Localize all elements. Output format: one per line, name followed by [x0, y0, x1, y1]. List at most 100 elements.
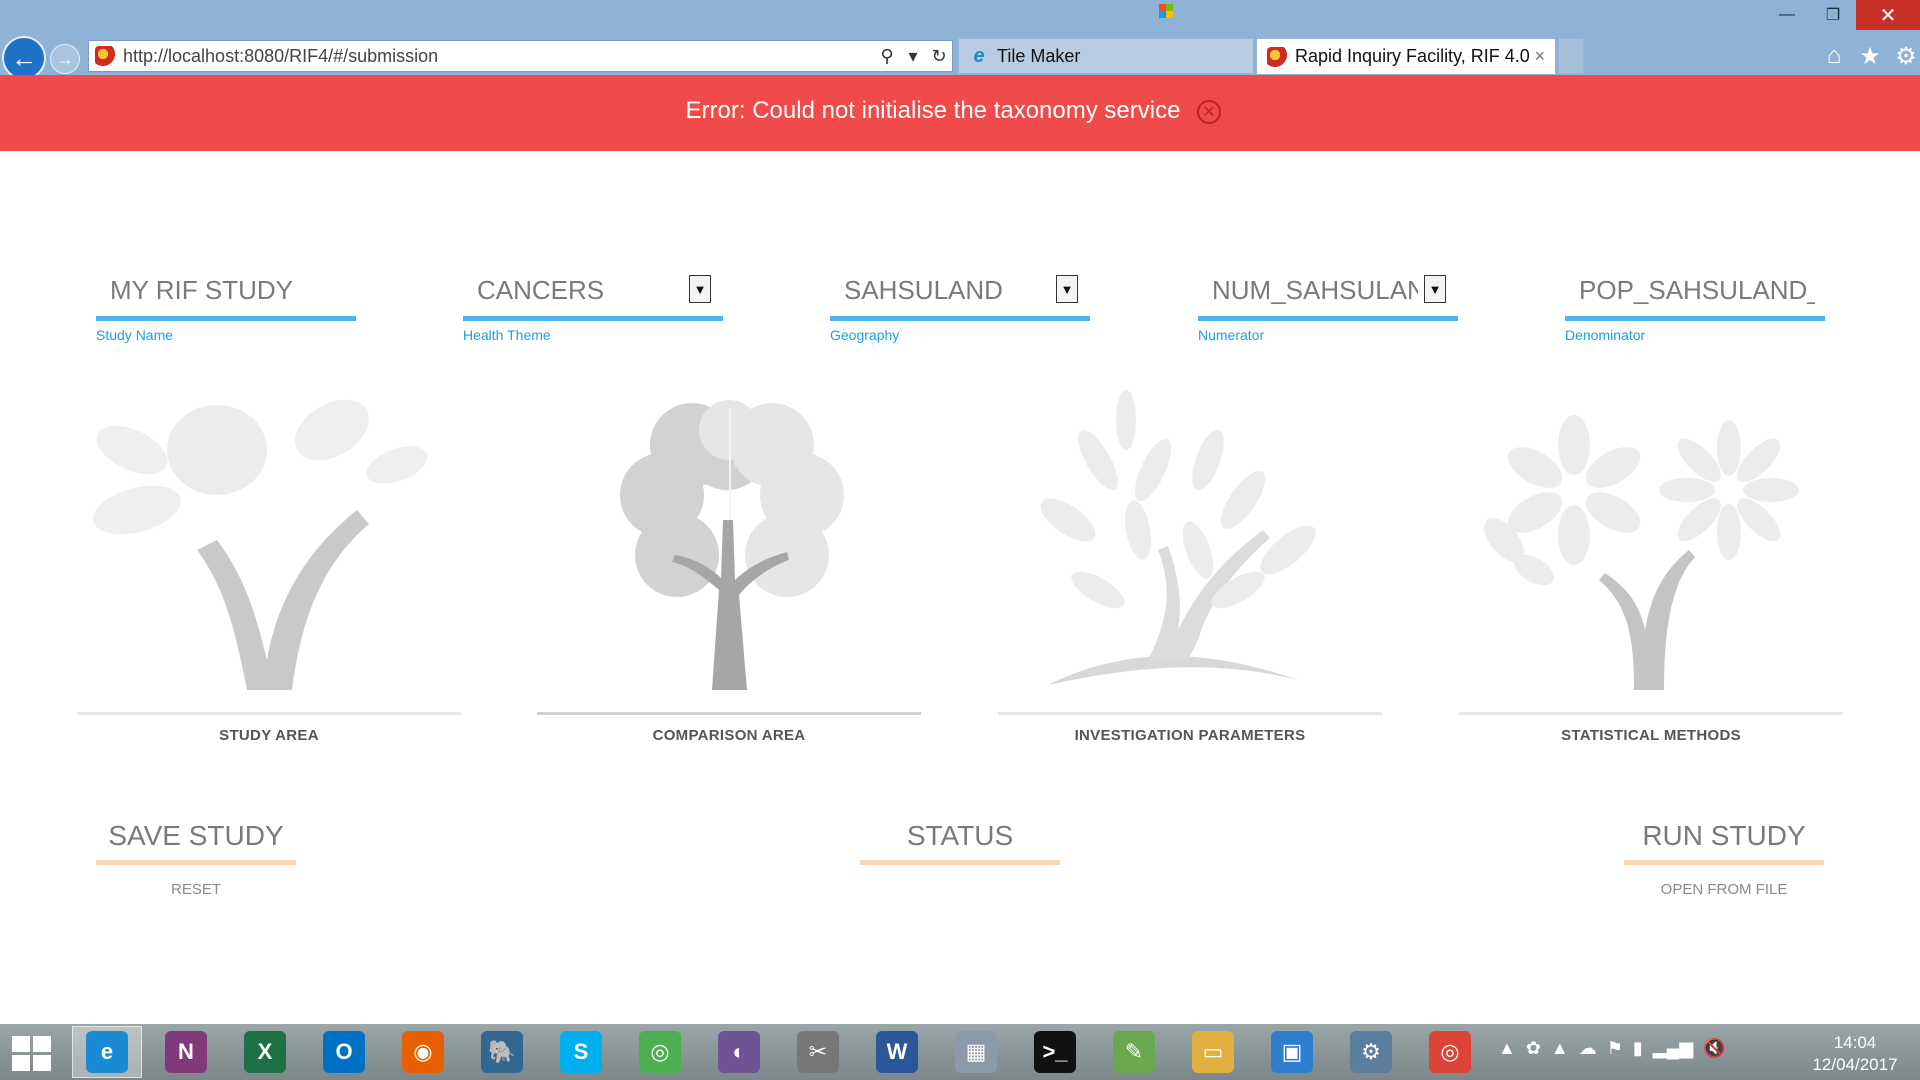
browser-chrome: — ❐ ✕ ← → http://localhost:8080/RIF4/#/s…: [0, 0, 1920, 80]
onenote-icon: N: [165, 1031, 207, 1073]
taskbar-app-remote-desktop[interactable]: ▣: [1257, 1026, 1327, 1078]
numerator-value[interactable]: NUM_SAHSULAND_CANCER: [1212, 275, 1418, 306]
geography-value[interactable]: SAHSULAND: [844, 275, 1003, 306]
settings-icon[interactable]: ⚙: [1892, 42, 1920, 70]
search-icon[interactable]: ⚲: [874, 46, 900, 67]
chevron-down-icon[interactable]: ▼: [1056, 275, 1078, 303]
address-bar[interactable]: http://localhost:8080/RIF4/#/submission …: [88, 40, 953, 72]
status-button[interactable]: STATUS: [860, 820, 1060, 858]
github-icon: ◐: [718, 1031, 760, 1073]
geography-select[interactable]: SAHSULAND ▼ Geography: [830, 270, 1090, 343]
reset-button[interactable]: RESET: [96, 881, 296, 898]
health-theme-label: Health Theme: [463, 327, 551, 343]
action-center-flag-icon[interactable]: ⚑: [1607, 1038, 1623, 1059]
taskbar: e N X O ◉ 🐘 S ◎ ◐ ✂ W ▦ >_ ✎ ▭ ▣ ⚙ ◎ ▲ ✿ ▲ ☁ ⚑ ▮ ▂▄▆ 🔇 14:04 12/…: [0, 1024, 1920, 1080]
field-underline: [830, 316, 1090, 321]
health-theme-select[interactable]: CANCERS ▼ Health Theme: [463, 270, 723, 343]
taskbar-app-postgresql[interactable]: 🐘: [467, 1026, 537, 1078]
action-underline: [860, 860, 1060, 865]
clock[interactable]: 14:04 12/04/2017: [1800, 1032, 1910, 1076]
save-study-button[interactable]: SAVE STUDY: [96, 820, 296, 858]
dropbox-icon[interactable]: ✿: [1526, 1038, 1541, 1059]
url-text[interactable]: http://localhost:8080/RIF4/#/submission: [123, 46, 874, 67]
taskbar-app-tools[interactable]: ✂: [783, 1026, 853, 1078]
taskbar-app-onenote[interactable]: N: [151, 1026, 221, 1078]
study-name-value[interactable]: MY RIF STUDY: [110, 275, 293, 306]
forward-button[interactable]: →: [50, 44, 80, 74]
taskbar-app-settings[interactable]: ⚙: [1336, 1026, 1406, 1078]
tab-close-icon[interactable]: ×: [1534, 46, 1545, 67]
numerator-select[interactable]: NUM_SAHSULAND_CANCER ▼ Numerator: [1198, 270, 1458, 343]
denominator-field[interactable]: POP_SAHSULAND_POP Denominator: [1565, 270, 1825, 343]
chrome-2-icon: ◎: [1429, 1031, 1471, 1073]
statistical-methods-tree-icon: [1484, 415, 1799, 690]
taskbar-app-outlook[interactable]: O: [309, 1026, 379, 1078]
close-error-icon[interactable]: ✕: [1197, 100, 1221, 124]
browser-toolbar: ⌂ ★ ⚙: [1820, 42, 1920, 70]
taskbar-app-notepad[interactable]: ✎: [1099, 1026, 1169, 1078]
taskbar-app-firefox[interactable]: ◉: [388, 1026, 458, 1078]
settings-icon: ⚙: [1350, 1031, 1392, 1073]
health-theme-value[interactable]: CANCERS: [477, 275, 604, 306]
taskbar-app-chrome-2[interactable]: ◎: [1415, 1026, 1485, 1078]
investigation-parameters-tree-icon: [1040, 390, 1316, 685]
ie-icon: e: [973, 44, 985, 67]
comparison-area-label: COMPARISON AREA: [652, 727, 806, 744]
study-area-label: STUDY AREA: [219, 727, 319, 744]
taskbar-app-word[interactable]: W: [862, 1026, 932, 1078]
investigation-parameters-card[interactable]: INVESTIGATION PARAMETERS: [998, 390, 1382, 744]
new-tab-button[interactable]: [1558, 38, 1584, 74]
taskbar-app-chrome[interactable]: ◎: [625, 1026, 695, 1078]
battery-icon[interactable]: ▮: [1633, 1038, 1643, 1059]
restore-button[interactable]: ❐: [1810, 0, 1856, 30]
back-button[interactable]: ←: [2, 36, 46, 80]
notepad-icon: ✎: [1113, 1031, 1155, 1073]
run-study-button[interactable]: RUN STUDY: [1624, 820, 1824, 858]
comparison-area-card[interactable]: COMPARISON AREA: [537, 390, 921, 744]
clock-time: 14:04: [1833, 1033, 1877, 1052]
taskbar-app-internet-explorer[interactable]: e: [72, 1026, 142, 1078]
chevron-down-icon[interactable]: ▼: [1424, 275, 1446, 303]
open-from-file-button[interactable]: OPEN FROM FILE: [1624, 881, 1824, 898]
taskbar-app-github[interactable]: ◐: [704, 1026, 774, 1078]
minimize-button[interactable]: —: [1764, 0, 1810, 30]
remote-desktop-icon: ▣: [1271, 1031, 1313, 1073]
card-divider: [1459, 712, 1843, 715]
taskbar-app-calculator[interactable]: ▦: [941, 1026, 1011, 1078]
clock-date: 12/04/2017: [1812, 1055, 1898, 1074]
address-dropdown-icon[interactable]: ▾: [900, 46, 926, 67]
firefox-icon: ◉: [402, 1031, 444, 1073]
taskbar-app-excel[interactable]: X: [230, 1026, 300, 1078]
study-name-field[interactable]: MY RIF STUDY Study Name: [96, 270, 356, 343]
rif-icon: [1267, 46, 1287, 67]
google-drive-icon[interactable]: ▲: [1551, 1038, 1569, 1059]
start-button[interactable]: [12, 1036, 52, 1072]
network-signal-icon[interactable]: ▂▄▆: [1653, 1038, 1693, 1059]
windows-logo-icon: [1159, 4, 1173, 18]
volume-muted-icon[interactable]: 🔇: [1703, 1038, 1725, 1059]
show-hidden-icons[interactable]: ▲: [1498, 1038, 1516, 1059]
error-message: Error: Could not initialise the taxonomy…: [685, 97, 1181, 124]
onedrive-icon[interactable]: ☁: [1579, 1038, 1597, 1059]
close-window-button[interactable]: ✕: [1856, 0, 1920, 30]
favorites-icon[interactable]: ★: [1856, 42, 1884, 70]
action-underline: [1624, 860, 1824, 865]
field-underline: [96, 316, 356, 321]
study-area-card[interactable]: STUDY AREA: [77, 390, 461, 744]
chevron-down-icon[interactable]: ▼: [689, 275, 711, 303]
taskbar-app-skype[interactable]: S: [546, 1026, 616, 1078]
tools-icon: ✂: [797, 1031, 839, 1073]
home-icon[interactable]: ⌂: [1820, 42, 1848, 70]
card-divider: [998, 712, 1382, 715]
field-underline: [1565, 316, 1825, 321]
taskbar-app-command-prompt[interactable]: >_: [1020, 1026, 1090, 1078]
denominator-value[interactable]: POP_SAHSULAND_POP: [1579, 275, 1815, 306]
statistical-methods-card[interactable]: STATISTICAL METHODS: [1459, 390, 1843, 744]
tab-tile-maker[interactable]: e Tile Maker: [958, 38, 1254, 74]
tab-rapid-inquiry-facility[interactable]: Rapid Inquiry Facility, RIF 4.0 ×: [1256, 38, 1556, 74]
refresh-icon[interactable]: ↻: [926, 46, 952, 67]
command-prompt-icon: >_: [1034, 1031, 1076, 1073]
status-group: STATUS: [860, 820, 1060, 865]
window-controls: — ❐ ✕: [1764, 0, 1920, 30]
taskbar-app-file-explorer[interactable]: ▭: [1178, 1026, 1248, 1078]
